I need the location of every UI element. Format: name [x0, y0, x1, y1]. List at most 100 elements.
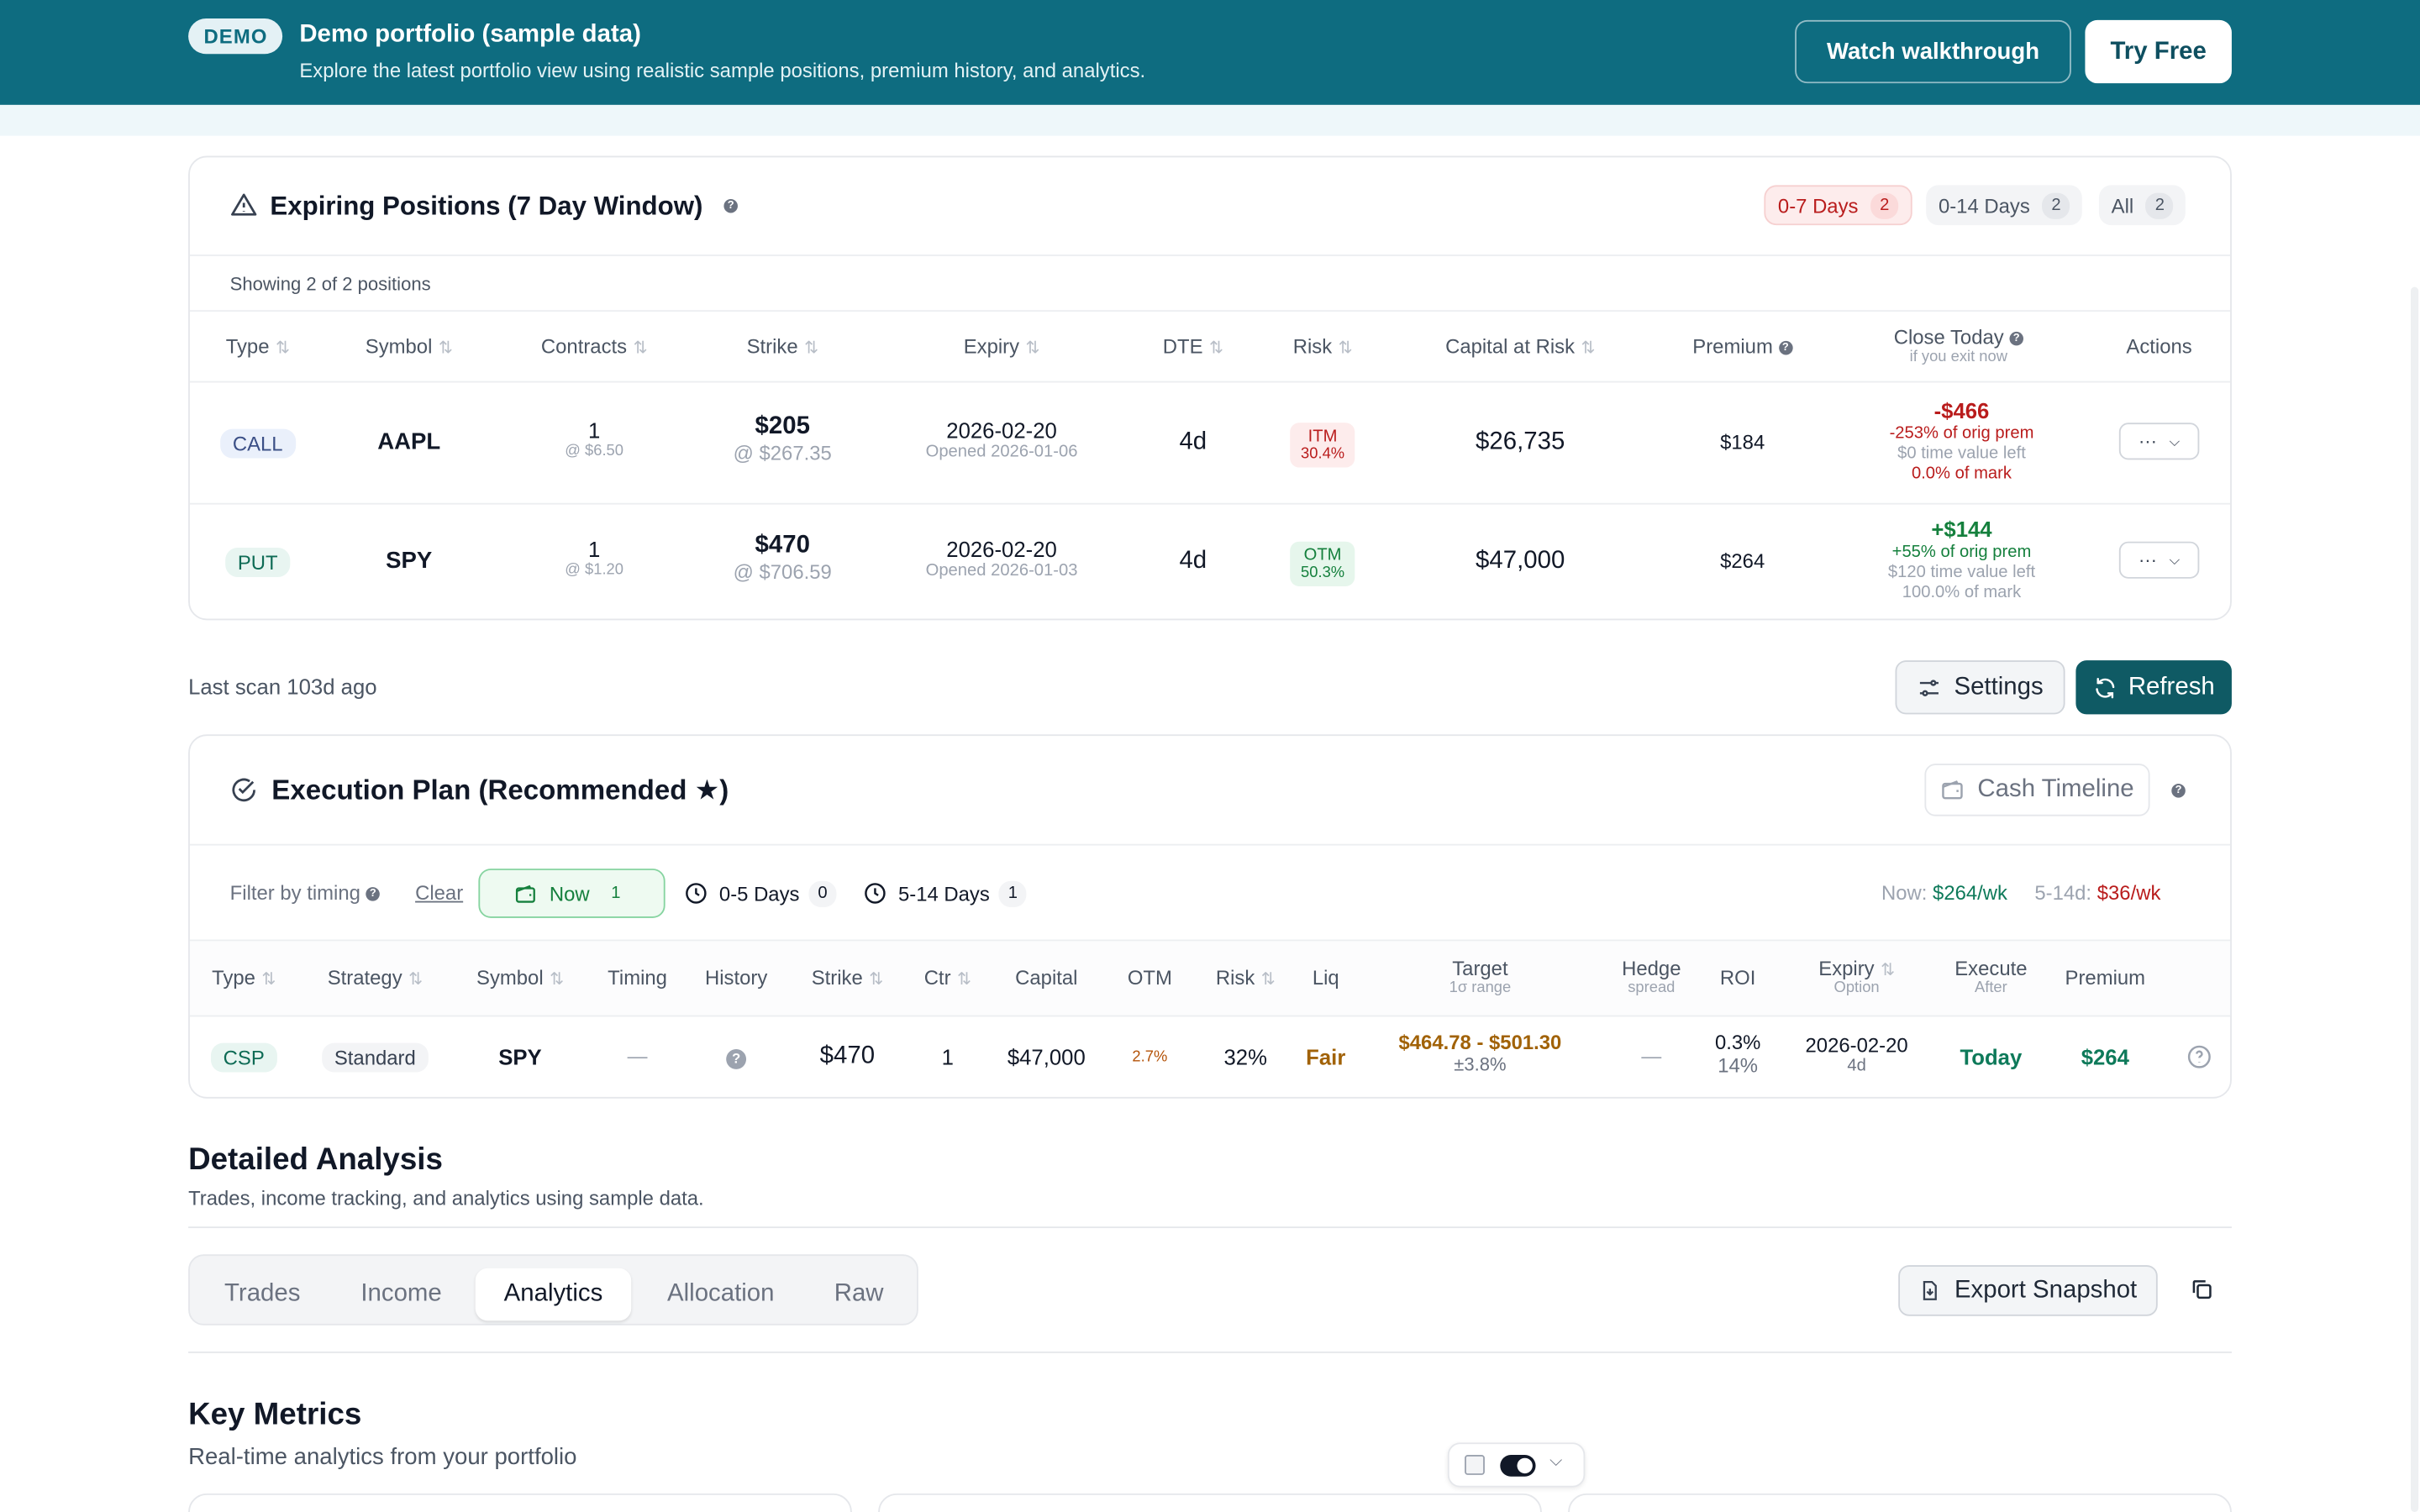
- clock-icon: [686, 883, 707, 904]
- refresh-button[interactable]: Refresh: [2075, 660, 2232, 715]
- col-actions: Actions: [2126, 334, 2192, 359]
- copy-icon[interactable]: [2190, 1278, 2213, 1301]
- strategy-badge: Standard: [322, 1042, 429, 1073]
- divider: [189, 255, 2231, 256]
- chevron-down-icon: ⌵: [2169, 433, 2181, 449]
- help-icon: ?: [2009, 332, 2023, 346]
- col-risk[interactable]: Risk ⇅: [1293, 335, 1353, 359]
- row-actions-menu[interactable]: ··· ⌵: [2118, 423, 2200, 460]
- floating-toolbar[interactable]: ⌵: [1447, 1442, 1586, 1488]
- col-dte[interactable]: DTE ⇅: [1163, 335, 1223, 359]
- toggle-switch[interactable]: [1500, 1455, 1536, 1477]
- execute-cell: Today: [1960, 1044, 2023, 1069]
- col-risk[interactable]: Risk ⇅: [1216, 966, 1276, 990]
- col-capital-at-risk[interactable]: Capital at Risk ⇅: [1445, 335, 1595, 359]
- filter-all[interactable]: All 2: [2098, 185, 2186, 226]
- roi-cell: 0.3% 14%: [1714, 1030, 1761, 1078]
- help-icon[interactable]: ?: [2171, 784, 2186, 798]
- filter-0-5-days[interactable]: 0-5 Days 0: [671, 874, 849, 914]
- expiry-cell: 2026-02-20 4d: [1805, 1033, 1908, 1076]
- col-strike[interactable]: Strike ⇅: [812, 966, 883, 990]
- banner-shadow-strip: [0, 104, 2420, 136]
- expiry-cell: 2026-02-20 Opened 2026-01-06: [925, 417, 1078, 462]
- col-expiry[interactable]: Expiry ⇅: [964, 335, 1040, 359]
- strike-cell: $205 @ $267.35: [733, 413, 832, 465]
- help-icon[interactable]: ?: [723, 198, 738, 213]
- risk-badge: OTM 50.3%: [1290, 541, 1355, 586]
- expiring-positions-card: Expiring Positions (7 Day Window) ? 0-7 …: [188, 155, 2232, 621]
- metric-card: [188, 1493, 852, 1512]
- key-metrics-subtitle: Real-time analytics from your portfolio: [188, 1444, 577, 1471]
- col-premium: Premium ?: [1692, 335, 1793, 358]
- col-type[interactable]: Type ⇅: [212, 966, 276, 990]
- history-icon[interactable]: ?: [726, 1046, 747, 1074]
- chevron-down-icon: ⌵: [2169, 551, 2181, 568]
- risk-cell: 32%: [1223, 1044, 1267, 1069]
- weekly-summary: Now: $264/wk 5-14d: $36/wk: [1881, 880, 2161, 905]
- page-scrollbar[interactable]: [2410, 286, 2419, 1512]
- export-snapshot-button[interactable]: Export Snapshot: [1898, 1265, 2158, 1316]
- warning-icon: [231, 193, 257, 216]
- help-icon: ?: [1778, 341, 1793, 355]
- close-today-cell: +$144 +55% of orig prem $120 time value le…: [1887, 517, 2036, 602]
- filter-5-14-days[interactable]: 5-14 Days 1: [850, 874, 1039, 914]
- tab-analytics[interactable]: Analytics: [475, 1268, 632, 1321]
- filter-now[interactable]: Now 1: [478, 869, 666, 918]
- wallet-icon: [1942, 780, 1964, 800]
- clear-filter-link[interactable]: Clear: [415, 881, 463, 905]
- target-cell: $464.78 - $501.30 ±3.8%: [1398, 1030, 1562, 1076]
- watch-walkthrough-button[interactable]: Watch walkthrough: [1795, 19, 2071, 84]
- col-roi: ROI: [1719, 965, 1756, 990]
- execution-plan-title: Execution Plan (Recommended ★): [271, 774, 729, 806]
- capital-cell: $47,000: [1007, 1044, 1086, 1069]
- cursor-select-icon[interactable]: [1465, 1455, 1485, 1475]
- expiring-title: Expiring Positions (7 Day Window): [270, 191, 703, 221]
- try-free-button[interactable]: Try Free: [2085, 19, 2232, 84]
- strike-cell: $470: [819, 1042, 876, 1069]
- risk-badge: ITM 30.4%: [1290, 423, 1355, 468]
- filter-0-14-days[interactable]: 0-14 Days 2: [1926, 185, 2083, 226]
- col-expiry[interactable]: Expiry ⇅ Option: [1818, 957, 1895, 997]
- premium-cell: $184: [1720, 430, 1765, 454]
- close-today-cell: -$466 -253% of orig prem $0 time value lef…: [1889, 397, 2034, 483]
- divider: [189, 381, 2231, 383]
- col-symbol[interactable]: Symbol ⇅: [476, 966, 564, 990]
- col-otm: OTM: [1127, 965, 1172, 990]
- col-symbol[interactable]: Symbol ⇅: [366, 335, 453, 359]
- col-contracts[interactable]: Contracts ⇅: [541, 335, 647, 359]
- col-liq: Liq: [1312, 965, 1339, 990]
- filter-0-7-days[interactable]: 0-7 Days 2: [1764, 185, 1912, 226]
- divider: [188, 1351, 2232, 1353]
- col-type[interactable]: Type ⇅: [226, 335, 290, 359]
- col-execute: Execute After: [1954, 956, 2028, 997]
- tab-allocation[interactable]: Allocation: [640, 1268, 801, 1320]
- option-type-badge: CALL: [220, 428, 296, 459]
- banner-subtitle: Explore the latest portfolio view using …: [299, 58, 1146, 82]
- ctr-cell: 1: [941, 1044, 954, 1069]
- tab-income[interactable]: Income: [335, 1268, 468, 1320]
- strike-cell: $470 @ $706.59: [733, 532, 832, 584]
- row-actions-menu[interactable]: ··· ⌵: [2118, 541, 2200, 579]
- settings-button[interactable]: Settings: [1895, 660, 2065, 715]
- banner-title: Demo portfolio (sample data): [299, 21, 641, 48]
- dte-cell: 4d: [1179, 548, 1207, 575]
- otm-cell: 2.7%: [1132, 1048, 1168, 1067]
- file-download-icon: [1923, 1280, 1938, 1300]
- tab-raw[interactable]: Raw: [810, 1268, 908, 1320]
- symbol-cell: AAPL: [377, 428, 441, 455]
- divider: [188, 1226, 2232, 1229]
- col-strike[interactable]: Strike ⇅: [747, 335, 818, 359]
- col-strategy[interactable]: Strategy ⇅: [328, 966, 423, 990]
- timing-cell: —: [627, 1044, 648, 1068]
- liq-cell: Fair: [1306, 1044, 1346, 1069]
- tab-trades[interactable]: Trades: [199, 1268, 326, 1320]
- col-ctr[interactable]: Ctr ⇅: [924, 966, 971, 990]
- wallet-icon: [515, 884, 535, 902]
- question-circle-icon[interactable]: [2187, 1044, 2212, 1068]
- cash-timeline-button[interactable]: Cash Timeline: [1924, 764, 2150, 816]
- contracts-cell: 1 @ $6.50: [565, 417, 624, 460]
- detailed-analysis-subtitle: Trades, income tracking, and analytics u…: [188, 1186, 704, 1210]
- chevron-down-icon[interactable]: ⌵: [1549, 1452, 1562, 1472]
- check-circle-icon: [232, 778, 255, 802]
- col-close-today: Close Today ? if you exit now: [1894, 326, 2023, 366]
